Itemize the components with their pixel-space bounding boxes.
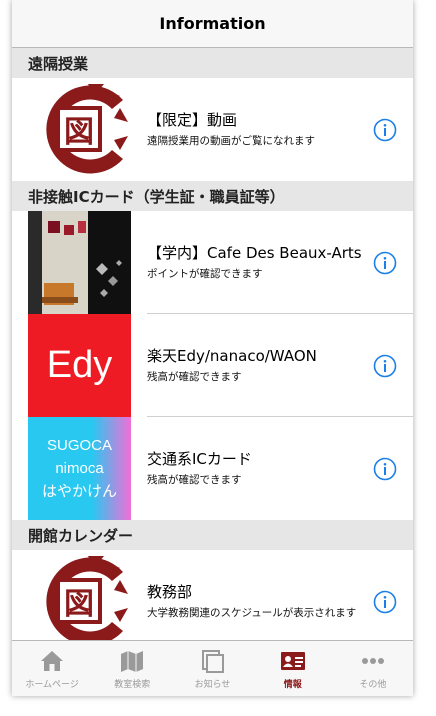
list-item-title: 【限定】動画 [147,111,238,129]
home-icon [41,650,64,671]
tab-bar: ホームページ 教室検索 お知らせ 情報 その他 [12,640,413,696]
tab-label: お知らせ [194,679,231,690]
tab-label: 教室検索 [114,679,151,690]
svg-text:図: 図 [64,115,94,150]
more-icon [361,657,384,664]
transit-ic-logo: SUGOCA nimoca はやかけん [28,417,131,520]
list-item-subtitle: 大学教務関連のスケジュールが表示されます [147,607,357,619]
list-item-title: 教務部 [147,583,193,601]
list-item-subtitle: 残高が確認できます [147,371,242,383]
tab-homepage[interactable]: ホームページ [12,641,92,696]
tab-information[interactable]: 情報 [253,641,333,696]
tab-label: ホームページ [25,679,79,690]
list-item-transit-ic[interactable]: SUGOCA nimoca はやかけん 交通系ICカード 残高が確認できます [12,417,413,520]
section-header-remote: 遠隔授業 [12,48,413,78]
list-item-title: 交通系ICカード [147,450,252,468]
edy-logo: Edy [28,314,131,417]
tab-other[interactable]: その他 [333,641,413,696]
tab-notices[interactable]: お知らせ [172,641,252,696]
list-item-edy[interactable]: Edy 楽天Edy/nanaco/WAON 残高が確認できます [12,314,413,417]
tab-label: その他 [359,679,387,690]
list-item-remote-video[interactable]: 図 【限定】動画 遠隔授業用の動画がご覧になれます [12,78,413,181]
navigation-bar: Information [12,0,413,48]
tab-classroom-search[interactable]: 教室検索 [92,641,172,696]
list-item-cafe[interactable]: 【学内】Cafe Des Beaux-Arts ポイントが確認できます [12,211,413,314]
list-item-subtitle: 遠隔授業用の動画がご覧になれます [147,135,315,147]
info-icon[interactable] [373,354,397,378]
svg-text:図: 図 [64,587,94,622]
list-item-kyomu[interactable]: 図 教務部 大学教務関連のスケジュールが表示されます [12,550,413,653]
map-icon [121,650,144,672]
info-icon[interactable] [373,251,397,275]
section-header-ic-card: 非接触ICカード（学生証・職員証等） [12,181,413,211]
list-item-subtitle: ポイントが確認できます [147,268,263,280]
notice-icon [201,649,224,673]
section-header-calendar: 開館カレンダー [12,520,413,550]
list-item-title: 【学内】Cafe Des Beaux-Arts [147,244,362,262]
info-icon[interactable] [373,118,397,142]
crest-icon: 図 [28,550,131,653]
app-frame: Information 遠隔授業 図 【限定】動画 遠隔授業用の動画がご覧になれ… [12,0,413,696]
tab-label: 情報 [283,679,302,690]
list-item-subtitle: 残高が確認できます [147,474,242,486]
id-card-icon [280,651,305,670]
info-icon[interactable] [373,457,397,481]
page-title: Information [159,14,266,33]
cafe-photo [28,211,131,314]
crest-icon: 図 [28,78,131,181]
info-icon[interactable] [373,590,397,614]
list-item-title: 楽天Edy/nanaco/WAON [147,347,317,365]
